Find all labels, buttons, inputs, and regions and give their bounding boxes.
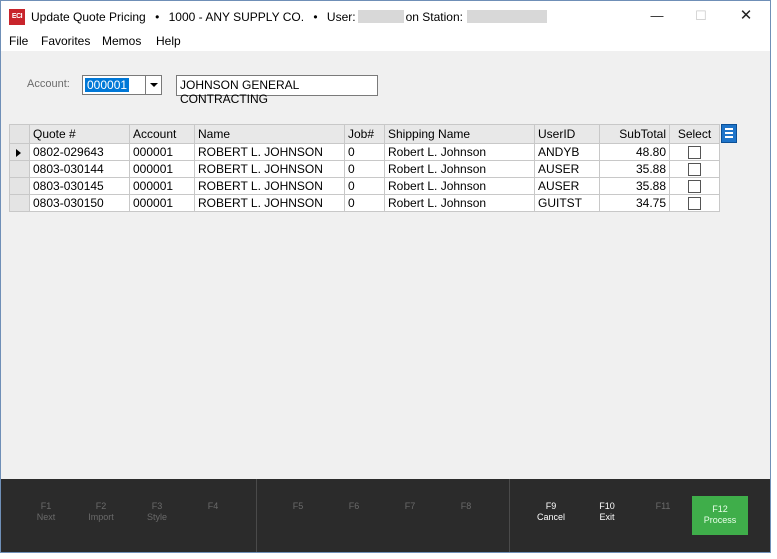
quotes-table: Quote # Account Name Job# Shipping Name … bbox=[9, 124, 720, 212]
column-chooser-icon[interactable] bbox=[721, 124, 737, 143]
f5-button[interactable]: F5 bbox=[273, 501, 323, 512]
column-header-job[interactable]: Job# bbox=[344, 124, 385, 144]
column-header-name[interactable]: Name bbox=[194, 124, 345, 144]
cell-job[interactable]: 0 bbox=[344, 194, 385, 212]
row-header-corner bbox=[9, 124, 30, 144]
account-combo[interactable]: 000001 bbox=[82, 75, 162, 95]
column-header-subtotal[interactable]: SubTotal bbox=[599, 124, 670, 144]
cell-userid[interactable]: AUSER bbox=[534, 160, 600, 178]
row-selector[interactable] bbox=[9, 177, 30, 195]
chevron-down-icon[interactable] bbox=[145, 76, 161, 94]
cell-subtotal[interactable]: 48.80 bbox=[599, 143, 670, 161]
account-name-field: JOHNSON GENERAL CONTRACTING bbox=[176, 75, 378, 106]
select-checkbox[interactable] bbox=[688, 197, 701, 211]
cell-job[interactable]: 0 bbox=[344, 143, 385, 161]
cell-select[interactable] bbox=[669, 177, 720, 195]
redacted-user bbox=[357, 10, 404, 24]
quotes-grid: Quote # Account Name Job# Shipping Name … bbox=[9, 124, 737, 441]
cell-userid[interactable]: GUITST bbox=[534, 194, 600, 212]
account-value[interactable]: 000001 bbox=[85, 78, 130, 92]
cell-select[interactable] bbox=[669, 143, 720, 161]
cell-select[interactable] bbox=[669, 160, 720, 178]
current-row-indicator[interactable] bbox=[9, 143, 30, 161]
f11-button[interactable]: F11 bbox=[638, 501, 688, 512]
cell-quote[interactable]: 0803-030150 bbox=[29, 194, 130, 212]
f12-process-button[interactable]: F12 Process bbox=[692, 496, 748, 535]
window-title-text: Update Quote Pricing bbox=[31, 9, 146, 24]
select-checkbox[interactable] bbox=[688, 146, 701, 160]
footer-divider bbox=[509, 479, 510, 552]
table-row[interactable]: 0803-030145 000001 ROBERT L. JOHNSON 0 R… bbox=[9, 177, 720, 195]
minimize-button[interactable]: — bbox=[643, 7, 671, 25]
maximize-button[interactable]: ☐ bbox=[687, 7, 715, 25]
f8-button[interactable]: F8 bbox=[441, 501, 491, 512]
cell-name[interactable]: ROBERT L. JOHNSON bbox=[194, 143, 345, 161]
cell-userid[interactable]: AUSER bbox=[534, 177, 600, 195]
row-selector[interactable] bbox=[9, 160, 30, 178]
cell-shipping-name[interactable]: Robert L. Johnson bbox=[384, 160, 535, 178]
column-header-shipping-name[interactable]: Shipping Name bbox=[384, 124, 535, 144]
cell-name[interactable]: ROBERT L. JOHNSON bbox=[194, 194, 345, 212]
window-title: Update Quote Pricing • 1000 - ANY SUPPLY… bbox=[31, 9, 547, 24]
function-key-bar: F1 Next F2 Import F3 Style F4 F5 F6 F7 F8 F… bbox=[1, 479, 770, 552]
cell-account[interactable]: 000001 bbox=[129, 177, 195, 195]
cell-subtotal[interactable]: 35.88 bbox=[599, 160, 670, 178]
f6-button[interactable]: F6 bbox=[329, 501, 379, 512]
title-separator: • bbox=[155, 9, 160, 24]
f4-button[interactable]: F4 bbox=[188, 501, 238, 512]
menu-memos[interactable]: Memos bbox=[102, 34, 141, 48]
title-bar: ECI Update Quote Pricing • 1000 - ANY SU… bbox=[1, 1, 770, 31]
cell-account[interactable]: 000001 bbox=[129, 160, 195, 178]
cell-userid[interactable]: ANDYB bbox=[534, 143, 600, 161]
row-pointer-icon bbox=[16, 148, 21, 157]
eci-logo-icon: ECI bbox=[9, 9, 25, 25]
select-checkbox[interactable] bbox=[688, 163, 701, 177]
menu-file[interactable]: File bbox=[9, 34, 28, 48]
cell-account[interactable]: 000001 bbox=[129, 194, 195, 212]
f3-style-button[interactable]: F3 Style bbox=[132, 501, 182, 523]
footer-divider bbox=[256, 479, 257, 552]
column-header-userid[interactable]: UserID bbox=[534, 124, 600, 144]
f2-import-button[interactable]: F2 Import bbox=[76, 501, 126, 523]
f10-exit-button[interactable]: F10 Exit bbox=[582, 501, 632, 523]
cell-job[interactable]: 0 bbox=[344, 177, 385, 195]
column-header-quote[interactable]: Quote # bbox=[29, 124, 130, 144]
menu-help[interactable]: Help bbox=[156, 34, 181, 48]
cell-select[interactable] bbox=[669, 194, 720, 212]
cell-account[interactable]: 000001 bbox=[129, 143, 195, 161]
cell-shipping-name[interactable]: Robert L. Johnson bbox=[384, 177, 535, 195]
row-selector[interactable] bbox=[9, 194, 30, 212]
f1-next-button[interactable]: F1 Next bbox=[21, 501, 71, 523]
cell-shipping-name[interactable]: Robert L. Johnson bbox=[384, 194, 535, 212]
cell-subtotal[interactable]: 35.88 bbox=[599, 177, 670, 195]
cell-name[interactable]: ROBERT L. JOHNSON bbox=[194, 177, 345, 195]
f7-button[interactable]: F7 bbox=[385, 501, 435, 512]
cell-name[interactable]: ROBERT L. JOHNSON bbox=[194, 160, 345, 178]
menu-bar: File Favorites Memos Help bbox=[1, 31, 770, 51]
f9-cancel-button[interactable]: F9 Cancel bbox=[526, 501, 576, 523]
column-header-account[interactable]: Account bbox=[129, 124, 195, 144]
table-row[interactable]: 0803-030150 000001 ROBERT L. JOHNSON 0 R… bbox=[9, 194, 720, 212]
station-label: on Station: bbox=[405, 9, 463, 24]
table-row[interactable]: 0802-029643 000001 ROBERT L. JOHNSON 0 R… bbox=[9, 143, 720, 161]
main-content: Account: 000001 JOHNSON GENERAL CONTRACT… bbox=[1, 51, 770, 479]
cell-subtotal[interactable]: 34.75 bbox=[599, 194, 670, 212]
redacted-station bbox=[466, 10, 547, 24]
cell-quote[interactable]: 0803-030144 bbox=[29, 160, 130, 178]
cell-quote[interactable]: 0803-030145 bbox=[29, 177, 130, 195]
app-window: ECI Update Quote Pricing • 1000 - ANY SU… bbox=[0, 0, 771, 553]
cell-quote[interactable]: 0802-029643 bbox=[29, 143, 130, 161]
close-button[interactable]: ✕ bbox=[732, 7, 760, 25]
account-label: Account: bbox=[27, 78, 70, 90]
cell-job[interactable]: 0 bbox=[344, 160, 385, 178]
header-row: Quote # Account Name Job# Shipping Name … bbox=[9, 124, 720, 144]
menu-favorites[interactable]: Favorites bbox=[41, 34, 90, 48]
column-header-select[interactable]: Select bbox=[669, 124, 720, 144]
select-checkbox[interactable] bbox=[688, 180, 701, 194]
user-label: User: bbox=[326, 9, 356, 24]
title-separator: • bbox=[313, 9, 318, 24]
table-row[interactable]: 0803-030144 000001 ROBERT L. JOHNSON 0 R… bbox=[9, 160, 720, 178]
company-name: 1000 - ANY SUPPLY CO. bbox=[168, 9, 305, 24]
cell-shipping-name[interactable]: Robert L. Johnson bbox=[384, 143, 535, 161]
